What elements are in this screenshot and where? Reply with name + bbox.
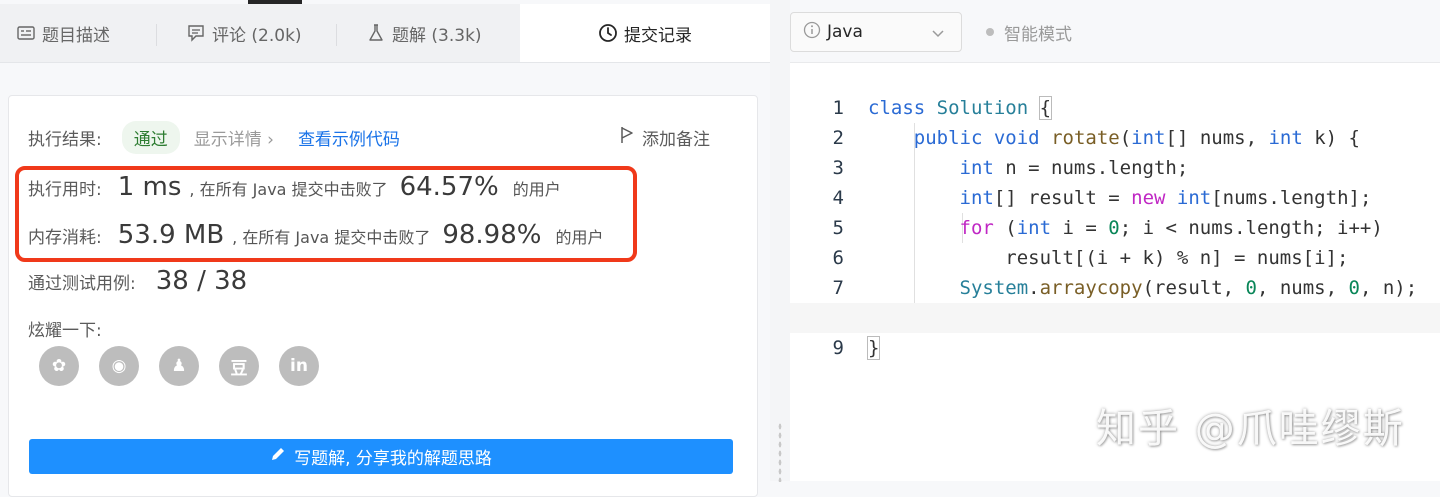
watermark: 知乎 @爪哇缪斯 <box>1096 406 1405 452</box>
runtime-label: 执行用时: <box>28 180 102 200</box>
runtime-stat: 执行用时: 1 ms , 在所有 Java 提交中击败了 64.57% 的用户 <box>28 172 561 202</box>
tab-submissions[interactable]: 提交记录 <box>520 4 770 62</box>
memory-percent: 98.98% <box>442 220 542 250</box>
tab-comments[interactable]: 评论 (2.0k) <box>186 4 326 62</box>
language-value: Java <box>827 22 863 42</box>
runtime-text: , 在所有 Java 提交中击败了 <box>189 180 388 199</box>
description-icon <box>16 23 36 43</box>
tab-label: 评论 (2.0k) <box>212 25 302 46</box>
qq-icon[interactable]: ♟ <box>159 346 199 386</box>
write-solution-label: 写题解, 分享我的解题思路 <box>294 449 492 469</box>
runtime-suffix: 的用户 <box>512 180 561 199</box>
add-note-button[interactable]: 添加备注 <box>620 120 710 154</box>
smart-mode-toggle[interactable]: 智能模式 <box>986 12 1072 52</box>
weibo-icon[interactable]: ◉ <box>99 346 139 386</box>
language-select[interactable]: Java <box>790 12 962 52</box>
code-line: 1 class Solution { <box>790 63 1440 120</box>
smart-mode-label: 智能模式 <box>1004 24 1072 45</box>
comment-icon <box>186 23 206 43</box>
result-label: 执行结果: <box>28 129 102 150</box>
flask-icon <box>366 23 386 43</box>
tab-description[interactable]: 题目描述 <box>16 4 136 62</box>
douban-icon[interactable]: 豆 <box>219 346 259 386</box>
tab-label: 题目描述 <box>42 25 110 46</box>
pencil-icon <box>270 446 286 467</box>
tests-stat: 通过测试用例: 38 / 38 <box>28 266 247 296</box>
code-line: 6 result[(i + k) % n] = nums[i]; <box>790 213 1440 269</box>
memory-stat: 内存消耗: 53.9 MB , 在所有 Java 提交中击败了 98.98% 的… <box>28 220 603 250</box>
memory-value: 53.9 MB <box>117 220 225 250</box>
panel-divider[interactable] <box>770 0 790 481</box>
share-label: 炫耀一下: <box>28 321 102 341</box>
linkedin-icon[interactable]: in <box>279 346 319 386</box>
tab-divider <box>336 24 337 46</box>
runtime-percent: 64.57% <box>399 172 499 202</box>
tests-label: 通过测试用例: <box>28 274 136 294</box>
info-icon <box>803 21 821 44</box>
code-line: 5 for (int i = 0; i < nums.length; i++) <box>790 183 1440 239</box>
runtime-value: 1 ms <box>117 172 182 202</box>
editor-toolbar: Java 智能模式 <box>790 0 1440 63</box>
left-panel: 题目描述 评论 (2.0k) 题解 (3.3k) 提交记录 执行结果: 通过 显… <box>0 0 770 497</box>
code-line-current: 9} <box>790 303 1440 360</box>
dot-icon <box>986 28 994 36</box>
memory-label: 内存消耗: <box>28 228 102 248</box>
result-row: 执行结果: 通过 显示详情 › 查看示例代码 <box>28 120 400 154</box>
write-solution-button[interactable]: 写题解, 分享我的解题思路 <box>29 439 733 474</box>
view-example-link[interactable]: 查看示例代码 <box>298 125 400 150</box>
memory-suffix: 的用户 <box>555 228 604 247</box>
code-line: 7 System.arraycopy(result, 0, nums, 0, n… <box>790 243 1440 299</box>
tab-label: 题解 (3.3k) <box>392 25 482 46</box>
code-line: 2 public void rotate(int[] nums, int k) … <box>790 93 1440 149</box>
tab-label: 提交记录 <box>624 25 692 46</box>
top-indicator <box>248 0 302 4</box>
resize-handle[interactable] <box>778 422 782 482</box>
add-note-label: 添加备注 <box>642 129 710 150</box>
tab-divider <box>156 24 157 46</box>
code-line: 4 int[] result = new int[nums.length]; <box>790 153 1440 209</box>
line-number: 9 <box>832 337 844 359</box>
tests-value: 38 / 38 <box>155 266 248 296</box>
code-line: 8 } <box>790 273 1440 329</box>
clock-icon <box>598 23 618 43</box>
tab-bar: 题目描述 评论 (2.0k) 题解 (3.3k) 提交记录 <box>0 4 770 63</box>
code-line: 3 int n = nums.length; <box>790 123 1440 179</box>
status-badge: 通过 <box>121 120 180 154</box>
show-details-link[interactable]: 显示详情 › <box>194 125 274 150</box>
wechat-icon[interactable]: ✿ <box>39 346 79 386</box>
tab-solutions[interactable]: 题解 (3.3k) <box>366 4 506 62</box>
chevron-down-icon <box>931 25 945 45</box>
memory-text: , 在所有 Java 提交中击败了 <box>232 228 431 247</box>
result-card <box>8 95 758 497</box>
flag-icon <box>620 126 634 149</box>
